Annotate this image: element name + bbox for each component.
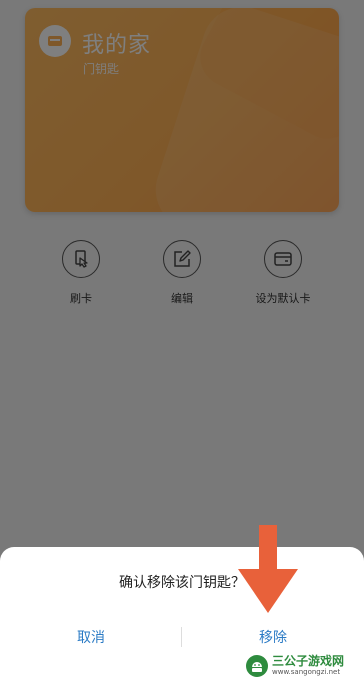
arrow-down-icon <box>238 525 298 613</box>
remove-button[interactable]: 移除 <box>182 617 364 657</box>
cancel-button[interactable]: 取消 <box>0 617 182 657</box>
watermark: 三公子游戏网 www.sangongzi.net <box>244 652 364 679</box>
dialog-message: 确认移除该门钥匙？ <box>119 575 245 591</box>
android-logo-icon <box>246 654 268 677</box>
watermark-url: www.sangongzi.net <box>272 668 341 676</box>
dialog-buttons: 取消 移除 <box>0 617 364 657</box>
watermark-name: 三公子游戏网 <box>272 654 345 668</box>
